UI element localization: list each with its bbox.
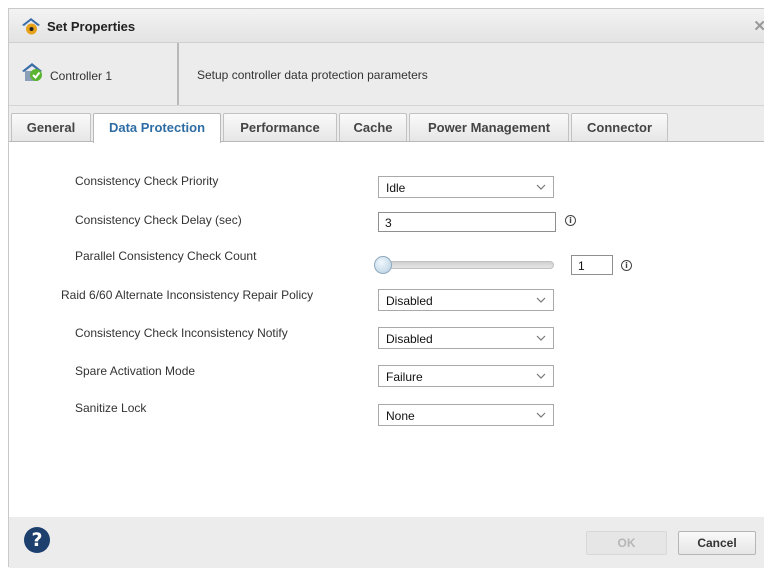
controller-header: Controller 1 Setup controller data prote… [9, 43, 764, 106]
close-icon[interactable]: ✕ [753, 17, 764, 35]
header-divider [177, 43, 179, 105]
parallel-check-count-value: 1 [578, 259, 585, 273]
consistency-check-delay-label: Consistency Check Delay (sec) [75, 213, 242, 227]
data-protection-panel: Consistency Check Priority Idle Consiste… [9, 142, 764, 517]
consistency-check-priority-label: Consistency Check Priority [75, 174, 219, 188]
parallel-check-count-slider[interactable] [378, 261, 554, 269]
info-icon[interactable]: i [621, 260, 632, 271]
raid-repair-policy-label: Raid 6/60 Alternate Inconsistency Repair… [61, 288, 314, 302]
spare-activation-mode-select[interactable]: Failure [378, 365, 554, 387]
consistency-check-delay-value: 3 [385, 216, 392, 230]
tab-power-management[interactable]: Power Management [409, 113, 569, 141]
chevron-down-icon [536, 184, 546, 190]
consistency-check-delay-input[interactable]: 3 [378, 212, 556, 232]
controller-name: Controller 1 [50, 69, 113, 83]
inconsistency-notify-label: Consistency Check Inconsistency Notify [75, 326, 288, 340]
ok-button[interactable]: OK [586, 531, 667, 555]
tab-connector[interactable]: Connector [571, 113, 668, 141]
info-icon[interactable]: i [565, 215, 576, 226]
inconsistency-notify-value: Disabled [386, 332, 433, 346]
raid-repair-policy-value: Disabled [386, 294, 433, 308]
tab-general[interactable]: General [11, 113, 91, 141]
parallel-consistency-check-count-label: Parallel Consistency Check Count [75, 249, 257, 263]
chevron-down-icon [536, 412, 546, 418]
chevron-down-icon [536, 335, 546, 341]
controller-item: Controller 1 [21, 61, 171, 87]
parallel-check-count-input[interactable]: 1 [571, 255, 613, 275]
slider-thumb[interactable] [374, 256, 392, 274]
consistency-check-priority-value: Idle [386, 181, 406, 195]
controller-ok-icon [22, 63, 42, 81]
settings-house-icon [22, 18, 40, 35]
title-bar: Set Properties ✕ [9, 9, 764, 43]
help-icon[interactable]: ? [24, 527, 50, 553]
dialog-footer: ? OK Cancel [9, 517, 764, 568]
inconsistency-notify-select[interactable]: Disabled [378, 327, 554, 349]
tab-performance[interactable]: Performance [223, 113, 337, 141]
raid-repair-policy-select[interactable]: Disabled [378, 289, 554, 311]
tab-bar: General Data Protection Performance Cach… [9, 106, 764, 143]
tab-data-protection[interactable]: Data Protection [93, 113, 221, 143]
dialog-title: Set Properties [47, 19, 136, 34]
spare-activation-mode-label: Spare Activation Mode [75, 364, 196, 378]
set-properties-dialog: Set Properties ✕ Controller 1 Setup cont… [8, 8, 764, 568]
sanitize-lock-select[interactable]: None [378, 404, 554, 426]
consistency-check-priority-select[interactable]: Idle [378, 176, 554, 198]
spare-activation-mode-value: Failure [386, 370, 423, 384]
cancel-button[interactable]: Cancel [678, 531, 756, 555]
sanitize-lock-value: None [386, 409, 415, 423]
tab-cache[interactable]: Cache [339, 113, 407, 141]
chevron-down-icon [536, 297, 546, 303]
chevron-down-icon [536, 373, 546, 379]
header-description: Setup controller data protection paramet… [197, 68, 428, 82]
sanitize-lock-label: Sanitize Lock [75, 401, 147, 415]
